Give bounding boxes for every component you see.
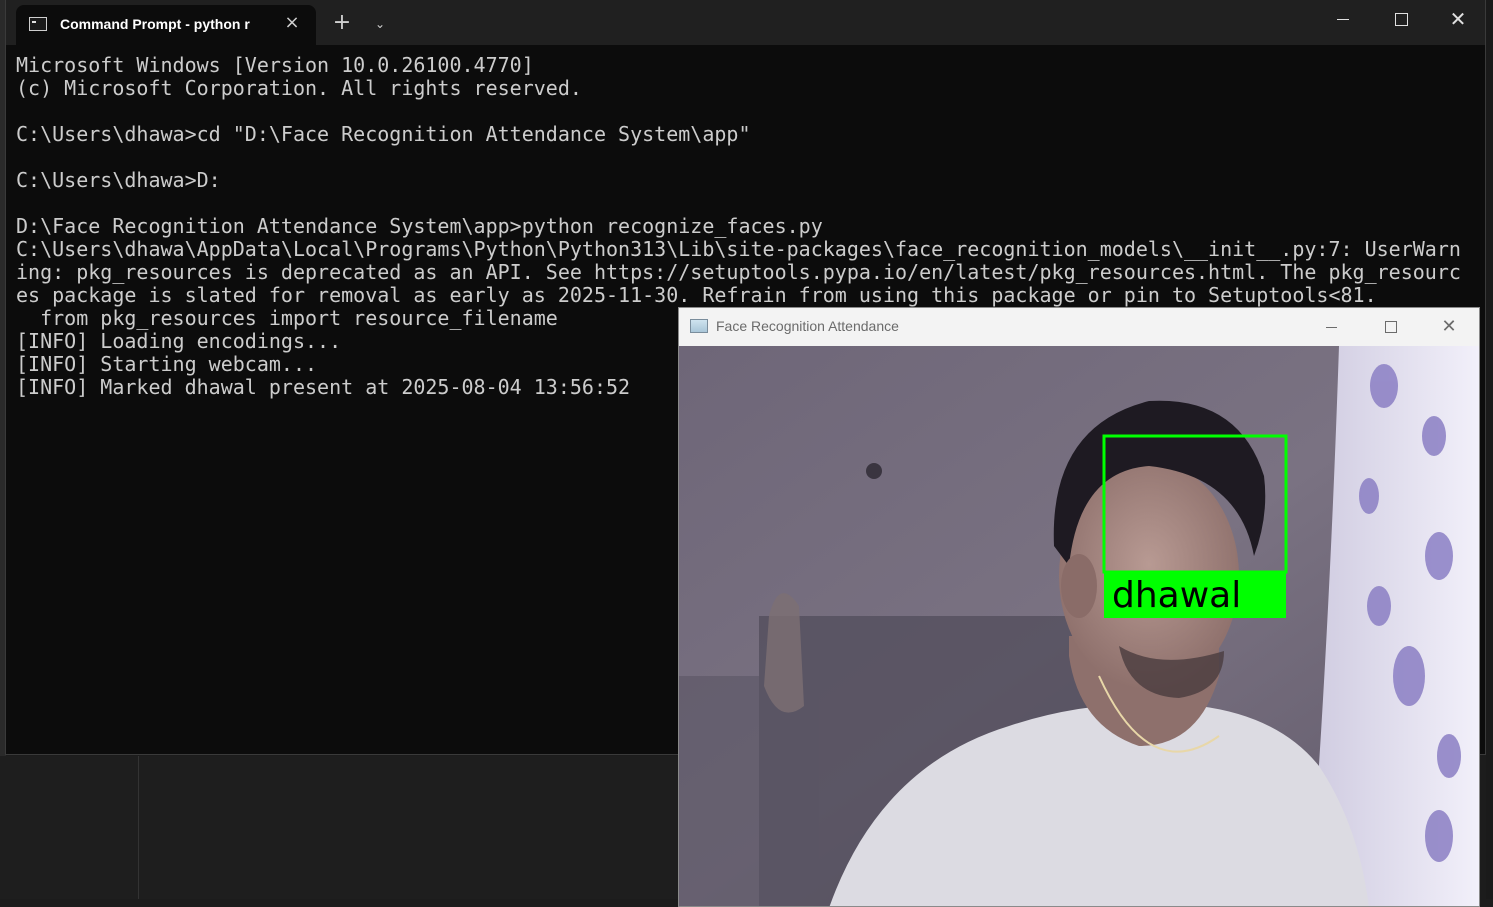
console-line: C:\Users\dhawa\AppData\Local\Programs\Py…: [16, 237, 1461, 261]
console-line: (c) Microsoft Corporation. All rights re…: [16, 76, 582, 100]
background-editor: [0, 756, 680, 899]
tab-title: Command Prompt - python r: [60, 16, 250, 32]
close-window-button[interactable]: ✕: [1443, 6, 1473, 32]
minimize-button[interactable]: [1328, 6, 1358, 32]
webcam-image: [679, 346, 1479, 906]
camera-window-title: Face Recognition Attendance: [716, 318, 899, 334]
console-line: D:\Face Recognition Attendance System\ap…: [16, 214, 823, 238]
window-app-icon: [690, 319, 708, 333]
terminal-icon: [29, 17, 47, 31]
console-line: es package is slated for removal as earl…: [16, 283, 1377, 307]
face-recognition-window: Face Recognition Attendance ✕ dhawal: [678, 307, 1480, 907]
chevron-down-icon[interactable]: ⌄: [372, 13, 388, 33]
tab-command-prompt[interactable]: Command Prompt - python r ×: [16, 5, 316, 45]
detected-name-label: dhawal: [1112, 575, 1242, 616]
new-tab-button[interactable]: +: [332, 12, 352, 34]
close-tab-icon[interactable]: ×: [282, 13, 302, 33]
terminal-tabbar: Command Prompt - python r × + ⌄ ✕: [6, 0, 1485, 45]
console-line: ing: pkg_resources is deprecated as an A…: [16, 260, 1461, 284]
editor-divider: [138, 756, 139, 899]
camera-close-button[interactable]: ✕: [1437, 316, 1461, 338]
console-line: Microsoft Windows [Version 10.0.26100.47…: [16, 53, 534, 77]
desktop-right-edge: [1486, 0, 1493, 899]
camera-maximize-button[interactable]: [1379, 316, 1403, 338]
maximize-button[interactable]: [1386, 6, 1416, 32]
camera-window-titlebar[interactable]: Face Recognition Attendance ✕: [679, 308, 1479, 346]
console-line: C:\Users\dhawa>cd "D:\Face Recognition A…: [16, 122, 751, 146]
console-line: C:\Users\dhawa>D:: [16, 168, 221, 192]
camera-minimize-button[interactable]: [1319, 316, 1343, 338]
webcam-frame: dhawal: [679, 346, 1479, 906]
